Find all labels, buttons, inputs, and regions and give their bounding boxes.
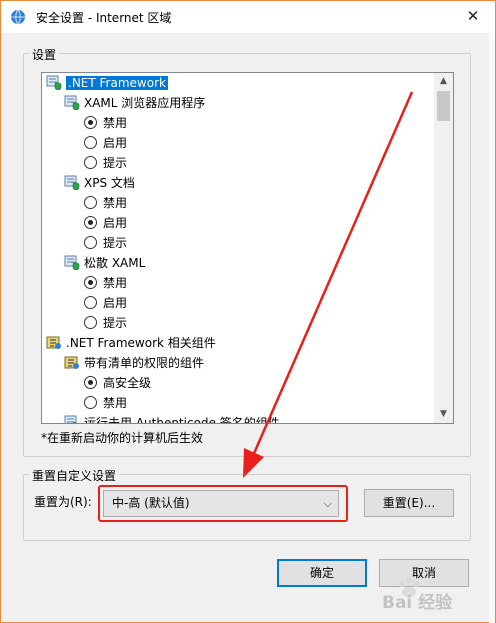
tree-group-row[interactable]: 带有清单的权限的组件 [64, 353, 204, 373]
radio-button[interactable] [84, 136, 97, 149]
internet-globe-icon [11, 9, 25, 25]
tree-option-row[interactable]: 高安全级 [84, 373, 151, 393]
radio-button[interactable] [84, 316, 97, 329]
tree-option-row[interactable]: 提示 [84, 313, 127, 333]
tree-item-label: 提示 [103, 316, 128, 330]
tree-option-row[interactable]: 启用 [84, 133, 127, 153]
radio-button[interactable] [84, 276, 97, 289]
tree-item-label: 禁用 [103, 396, 128, 410]
component-icon [64, 356, 79, 369]
tree-item-label: 提示 [103, 236, 128, 250]
tree-group-row[interactable]: 松散 XAML [64, 253, 145, 273]
radio-button[interactable] [84, 376, 97, 389]
tree-category-row[interactable]: .NET Framework 相关组件 [46, 333, 216, 353]
tree-item-label: 启用 [103, 296, 128, 310]
tree-item-label: .NET Framework 相关组件 [66, 336, 216, 350]
tree-item-label: 带有清单的权限的组件 [84, 356, 205, 370]
reset-button[interactable]: 重置(E)... [364, 489, 454, 517]
tree-group-row[interactable]: 运行未用 Authenticode 签名的组件 [64, 413, 280, 424]
settings-shield-icon [64, 175, 80, 190]
radio-button[interactable] [84, 156, 97, 169]
tree-option-row[interactable]: 禁用 [84, 393, 127, 413]
close-button[interactable]: ✕ [461, 5, 485, 29]
settings-shield-icon [64, 415, 78, 423]
cancel-button[interactable]: 取消 [379, 559, 469, 587]
tree-option-row[interactable]: 禁用 [84, 113, 127, 133]
tree-item-label: 禁用 [103, 116, 128, 130]
radio-button[interactable] [84, 236, 97, 249]
settings-group-label: 设置 [29, 46, 60, 63]
tree-item-label: 启用 [103, 216, 128, 230]
window-title: 安全设置 - Internet 区域 [36, 11, 172, 25]
component-icon [46, 336, 61, 349]
scroll-down-icon[interactable]: ▼ [434, 406, 453, 423]
settings-shield-icon [46, 75, 62, 90]
restart-note: *在重新启动你的计算机后生效 [41, 431, 204, 445]
tree-option-row[interactable]: 提示 [84, 153, 127, 173]
ok-button[interactable]: 确定 [277, 559, 367, 587]
tree-vertical-scrollbar[interactable]: ▲ ▼ [434, 73, 453, 423]
security-level-select[interactable]: 中-高 (默认值) ⌵ [103, 490, 339, 517]
tree-category-row[interactable]: .NET Framework [46, 73, 168, 93]
settings-shield-icon [64, 255, 80, 270]
chevron-down-icon: ⌵ [323, 497, 332, 510]
radio-button[interactable] [84, 196, 97, 209]
settings-tree[interactable]: .NET Framework XAML 浏览器应用程序 禁用 启用 提示 XPS 文档 禁用… [41, 72, 454, 424]
settings-shield-icon [64, 95, 80, 110]
tree-group-row[interactable]: XAML 浏览器应用程序 [64, 93, 205, 113]
tree-item-label: 松散 XAML [84, 256, 146, 270]
window-edge-strip [489, 33, 495, 623]
tree-item-label: XPS 文档 [84, 176, 135, 190]
radio-button[interactable] [84, 296, 97, 309]
reset-group-label: 重置自定义设置 [29, 467, 120, 484]
tree-item-label: .NET Framework [66, 76, 168, 90]
tree-option-row[interactable]: 启用 [84, 213, 127, 233]
tree-group-row[interactable]: XPS 文档 [64, 173, 135, 193]
title-bar: 安全设置 - Internet 区域 ✕ [1, 1, 495, 33]
tree-option-row[interactable]: 禁用 [84, 193, 127, 213]
tree-item-label: 禁用 [103, 196, 128, 210]
tree-item-label: 提示 [103, 156, 128, 170]
tree-item-label: 启用 [103, 136, 128, 150]
tree-item-label: 禁用 [103, 276, 128, 290]
reset-to-label: 重置为(R): [34, 495, 92, 509]
tree-item-label: XAML 浏览器应用程序 [84, 96, 206, 110]
close-icon: ✕ [466, 7, 480, 25]
scroll-up-icon[interactable]: ▲ [434, 73, 453, 90]
scroll-thumb[interactable] [437, 91, 450, 121]
tree-item-label: 运行未用 Authenticode 签名的组件 [84, 416, 280, 424]
radio-button[interactable] [84, 396, 97, 409]
security-level-value: 中-高 (默认值) [112, 496, 190, 510]
tree-option-row[interactable]: 提示 [84, 233, 127, 253]
tree-item-label: 高安全级 [103, 376, 152, 390]
radio-button[interactable] [84, 216, 97, 229]
security-settings-dialog: 安全设置 - Internet 区域 ✕ 设置 .NET Framework XA… [0, 0, 496, 623]
tree-option-row[interactable]: 禁用 [84, 273, 127, 293]
radio-button[interactable] [84, 116, 97, 129]
tree-option-row[interactable]: 启用 [84, 293, 127, 313]
